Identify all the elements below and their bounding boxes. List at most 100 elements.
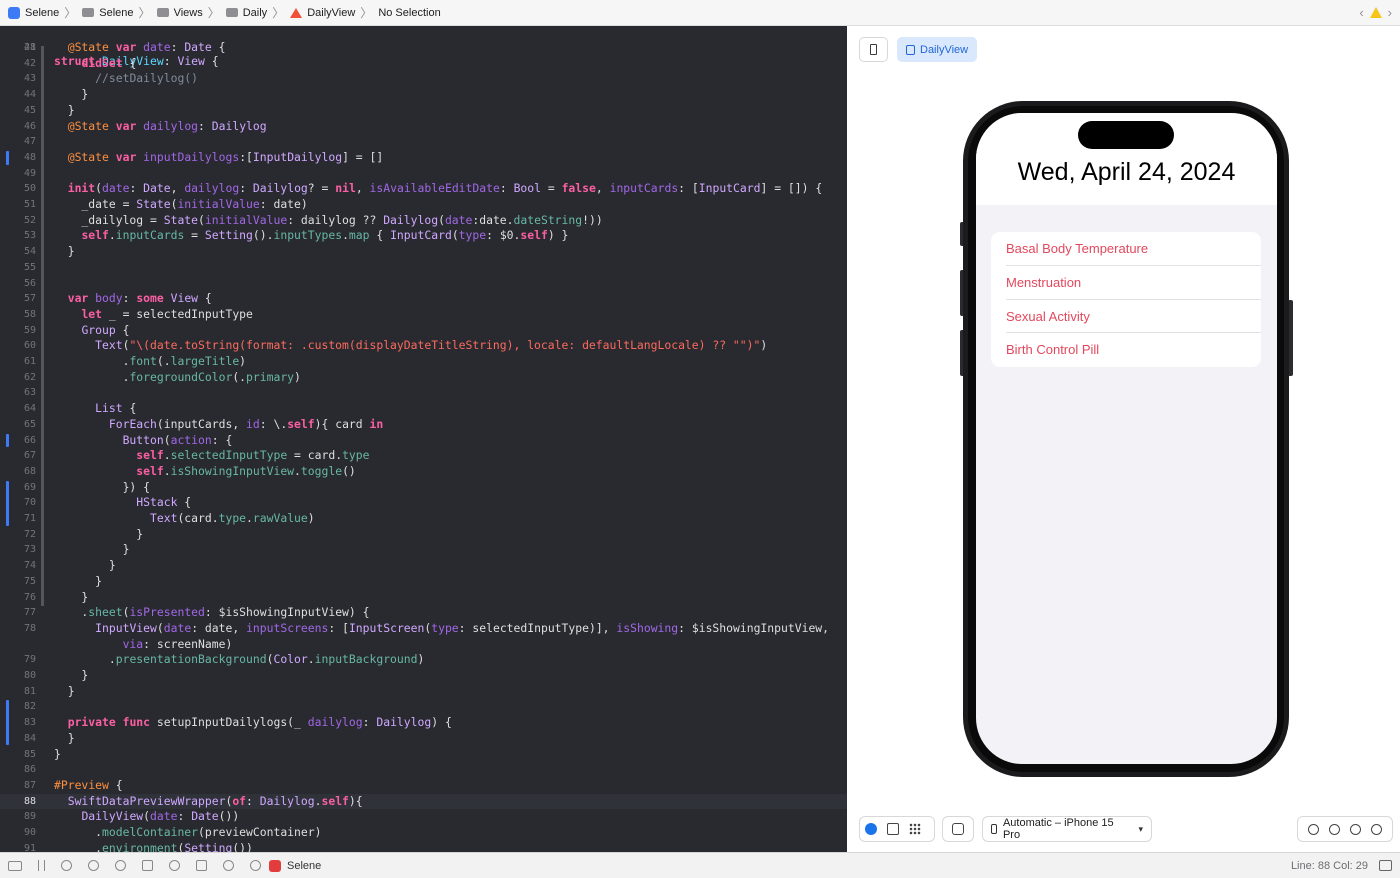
list-item-birth-control-pill[interactable]: Birth Control Pill xyxy=(1006,333,1261,367)
breadcrumb-group-selene[interactable]: Selene 〉 xyxy=(82,4,151,21)
code-line[interactable]: 86 xyxy=(0,762,847,778)
list-item-basal-body-temperature[interactable]: Basal Body Temperature xyxy=(1006,232,1261,266)
code-line[interactable]: 82 xyxy=(0,699,847,715)
zoom-to-fit-icon[interactable] xyxy=(1371,823,1382,835)
code-line[interactable]: 66 Button(action: { xyxy=(0,433,847,449)
code-line[interactable]: 44 } xyxy=(0,87,847,103)
code-line[interactable]: 61 .font(.largeTitle) xyxy=(0,354,847,370)
code-line[interactable]: 42 didSet { xyxy=(0,56,847,72)
code-line[interactable]: 91 .environment(Setting()) xyxy=(0,841,847,852)
toggle-debug-area-icon[interactable] xyxy=(8,860,22,871)
debug-view-hierarchy-icon[interactable] xyxy=(142,860,153,871)
code-line[interactable]: 68 self.isShowingInputView.toggle() xyxy=(0,464,847,480)
editor-scroll-indicator[interactable] xyxy=(41,46,44,606)
code-line[interactable]: 57 var body: some View { xyxy=(0,291,847,307)
back-chevron-icon[interactable]: ‹ xyxy=(1359,5,1363,20)
code-line[interactable]: 83 private func setupInputDailylogs(_ da… xyxy=(0,715,847,731)
selectable-mode-icon[interactable] xyxy=(887,823,899,835)
zoom-out-icon[interactable] xyxy=(1308,823,1319,835)
source-editor[interactable]: 28 struct DailyView: View { 41 @State va… xyxy=(0,26,847,852)
code-line[interactable]: 64 List { xyxy=(0,401,847,417)
code-line[interactable]: 75 } xyxy=(0,574,847,590)
code-line[interactable]: 84 } xyxy=(0,731,847,747)
code-line[interactable]: 59 Group { xyxy=(0,323,847,339)
code-line[interactable]: 69 }) { xyxy=(0,480,847,496)
memory-graph-icon[interactable] xyxy=(169,860,180,871)
code-line[interactable]: 79 .presentationBackground(Color.inputBa… xyxy=(0,652,847,668)
code-line[interactable]: 71 Text(card.type.rawValue) xyxy=(0,511,847,527)
code-line[interactable]: 41 @State var date: Date { xyxy=(0,40,847,56)
toggle-inspector-icon[interactable] xyxy=(1379,860,1392,871)
code-line[interactable]: 88 SwiftDataPreviewWrapper(of: Dailylog.… xyxy=(0,793,847,810)
device-settings-button[interactable] xyxy=(942,816,974,842)
breadcrumb-selection[interactable]: No Selection xyxy=(378,7,440,19)
zoom-100-icon[interactable] xyxy=(1350,823,1361,835)
breadcrumb-file[interactable]: DailyView 〉 xyxy=(290,4,372,21)
code-text: } xyxy=(54,244,75,259)
preview-tab[interactable]: DailyView xyxy=(897,37,977,62)
code-line[interactable]: 53 self.inputCards = Setting().inputType… xyxy=(0,228,847,244)
code-line[interactable]: 81 } xyxy=(0,684,847,700)
code-line[interactable]: 63 xyxy=(0,385,847,401)
device-selector[interactable]: Automatic – iPhone 15 Pro ▾ xyxy=(982,816,1152,842)
pause-icon[interactable] xyxy=(38,860,45,871)
code-line[interactable]: via: screenName) xyxy=(0,637,847,653)
code-line[interactable]: 73 } xyxy=(0,542,847,558)
variants-icon[interactable] xyxy=(909,823,921,835)
line-number: 72 xyxy=(23,528,36,540)
step-over-icon[interactable] xyxy=(61,860,72,871)
code-line[interactable]: 78 InputView(date: date, inputScreens: [… xyxy=(0,621,847,637)
step-out-icon[interactable] xyxy=(115,860,126,871)
list-item-menstruation[interactable]: Menstruation xyxy=(1006,266,1261,300)
code-line[interactable]: 90 .modelContainer(previewContainer) xyxy=(0,825,847,841)
breadcrumb-group-views[interactable]: Views 〉 xyxy=(156,4,220,21)
code-line[interactable]: 74 } xyxy=(0,558,847,574)
code-line[interactable]: 54 } xyxy=(0,244,847,260)
pin-preview-button[interactable] xyxy=(859,37,888,62)
code-line[interactable]: 77 .sheet(isPresented: $isShowingInputVi… xyxy=(0,605,847,621)
source-change-bar[interactable] xyxy=(6,150,9,165)
code-line[interactable]: 48 @State var inputDailylogs:[InputDaily… xyxy=(0,150,847,166)
code-line[interactable]: 52 _dailylog = State(initialValue: daily… xyxy=(0,213,847,229)
code-text: _dailylog = State(initialValue: dailylog… xyxy=(54,212,603,227)
code-line[interactable]: 72 } xyxy=(0,527,847,543)
code-line[interactable]: 49 xyxy=(0,166,847,182)
process-icon[interactable] xyxy=(250,860,261,871)
code-line[interactable]: 89 DailyView(date: Date()) xyxy=(0,809,847,825)
code-line[interactable]: 85} xyxy=(0,747,847,763)
code-line[interactable]: 62 .foregroundColor(.primary) xyxy=(0,370,847,386)
line-number: 80 xyxy=(23,670,36,681)
environment-overrides-icon[interactable] xyxy=(196,860,207,871)
code-line[interactable]: 50 init(date: Date, dailylog: Dailylog? … xyxy=(0,181,847,197)
code-line[interactable]: 46 @State var dailylog: Dailylog xyxy=(0,119,847,135)
code-line[interactable]: 60 Text("\(date.toString(format: .custom… xyxy=(0,338,847,354)
code-line[interactable]: 56 xyxy=(0,276,847,292)
forward-chevron-icon[interactable]: › xyxy=(1388,5,1392,20)
breadcrumb-group-daily[interactable]: Daily 〉 xyxy=(225,4,284,21)
code-line[interactable]: 76 } xyxy=(0,590,847,606)
code-line[interactable]: 87 #Preview { xyxy=(0,778,847,794)
code-line[interactable]: 43 //setDailylog() xyxy=(0,71,847,87)
location-icon[interactable] xyxy=(223,860,234,871)
list-item-sexual-activity[interactable]: Sexual Activity xyxy=(1006,300,1261,334)
breadcrumb-project[interactable]: Selene 〉 xyxy=(8,4,76,21)
code-line[interactable]: 65 ForEach(inputCards, id: \.self){ card… xyxy=(0,417,847,433)
code-line[interactable]: 47 xyxy=(0,134,847,150)
live-mode-icon[interactable] xyxy=(865,823,877,835)
code-line[interactable]: 55 xyxy=(0,260,847,276)
step-into-icon[interactable] xyxy=(88,860,99,871)
scheme-name[interactable]: Selene xyxy=(287,860,321,872)
code-line[interactable]: 80 } xyxy=(0,668,847,684)
code-line[interactable]: 45 } xyxy=(0,103,847,119)
line-number: 50 xyxy=(23,183,36,195)
code-line[interactable]: 70 HStack { xyxy=(0,495,847,511)
warning-icon[interactable] xyxy=(1369,7,1382,18)
code-line[interactable]: 51 _date = State(initialValue: date) xyxy=(0,197,847,213)
preview-doc-icon xyxy=(906,44,915,55)
code-line[interactable]: 67 self.selectedInputType = card.type xyxy=(0,448,847,464)
source-change-bar[interactable] xyxy=(6,700,9,746)
zoom-in-icon[interactable] xyxy=(1329,823,1340,835)
code-line[interactable]: 58 let _ = selectedInputType xyxy=(0,307,847,323)
source-change-bar[interactable] xyxy=(6,480,9,526)
source-change-bar[interactable] xyxy=(6,433,9,448)
